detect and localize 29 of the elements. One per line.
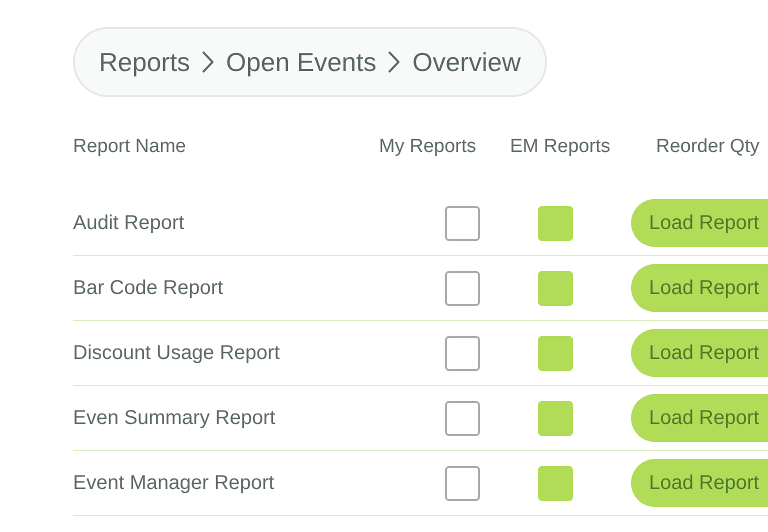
breadcrumb-link[interactable]: Reports <box>99 46 190 78</box>
column-header: Reorder Qty <box>656 136 760 158</box>
checkbox[interactable] <box>445 336 480 370</box>
column-header: My Reports <box>379 136 476 158</box>
checkbox[interactable] <box>538 336 573 370</box>
checkbox[interactable] <box>538 466 573 500</box>
report-name: Event Manager Report <box>73 472 274 494</box>
breadcrumb-link[interactable]: Open Events <box>226 46 376 78</box>
breadcrumb-link[interactable]: Overview <box>412 46 521 78</box>
checkbox[interactable] <box>538 206 573 240</box>
checkbox[interactable] <box>538 270 573 306</box>
chevron-icon <box>202 51 214 73</box>
checkbox[interactable] <box>538 400 573 436</box>
chevron-icon <box>388 51 400 73</box>
report-name: Bar Code Report <box>73 276 224 300</box>
column-header: EM Reports <box>510 136 610 158</box>
checkbox[interactable] <box>445 206 480 240</box>
load-report-button[interactable]: Load Report <box>631 199 768 247</box>
load-report-button[interactable]: Load Report <box>631 329 768 377</box>
report-name: Audit Report <box>73 212 184 234</box>
load-report-button[interactable]: Load Report <box>631 264 768 312</box>
load-report-button[interactable]: Load Report <box>631 459 768 507</box>
checkbox[interactable] <box>445 270 480 306</box>
report-name: Even Summary Report <box>73 406 276 430</box>
checkbox[interactable] <box>445 466 480 500</box>
column-header: Report Name <box>73 136 186 158</box>
load-report-button[interactable]: Load Report <box>631 394 768 442</box>
checkbox[interactable] <box>445 400 480 436</box>
report-name: Discount Usage Report <box>73 342 280 364</box>
